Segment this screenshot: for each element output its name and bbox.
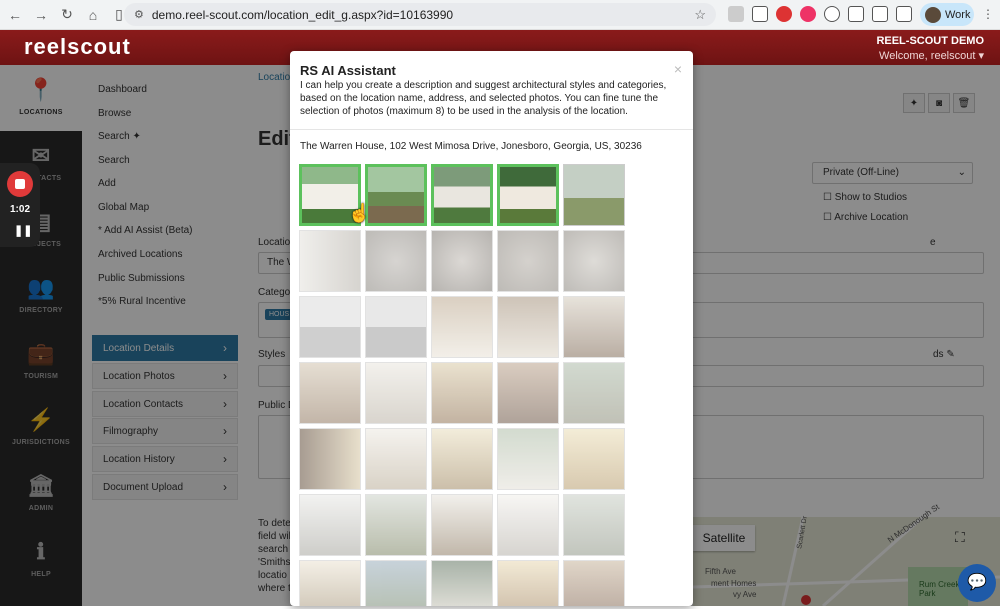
org-name: REEL-SCOUT DEMO	[876, 35, 984, 47]
forward-icon[interactable]: →	[30, 4, 52, 26]
photo-thumb[interactable]	[497, 362, 559, 424]
divider	[290, 129, 693, 130]
photo-thumb[interactable]	[431, 230, 493, 292]
back-icon[interactable]: ←	[4, 4, 26, 26]
photo-thumb[interactable]	[497, 296, 559, 358]
welcome-menu[interactable]: Welcome, reelscout ▾	[876, 49, 984, 62]
profile-label: Work	[945, 8, 971, 21]
photo-thumb[interactable]	[497, 428, 559, 490]
photo-thumb[interactable]	[497, 560, 559, 606]
profile-button[interactable]: Work	[920, 3, 974, 26]
browser-menu-icon[interactable]: ⋮	[982, 7, 994, 21]
recording-time: 1:02	[9, 204, 30, 215]
reload-icon[interactable]: ↻	[56, 4, 78, 26]
download-icon[interactable]	[896, 6, 912, 22]
photo-thumb[interactable]	[563, 362, 625, 424]
photo-thumb[interactable]	[365, 494, 427, 556]
photo-thumb[interactable]	[563, 560, 625, 606]
photo-thumb[interactable]	[365, 428, 427, 490]
photo-thumb[interactable]	[431, 494, 493, 556]
photo-thumb[interactable]	[563, 164, 625, 226]
screen-recorder: 1:02 ❚❚	[0, 163, 40, 247]
cloud-icon[interactable]	[824, 6, 840, 22]
hand-cursor-icon: ☝	[348, 203, 371, 223]
photo-thumb[interactable]	[299, 560, 361, 606]
ai-assistant-modal: RS AI Assistant × I can help you create …	[290, 51, 693, 606]
photo-thumb[interactable]	[299, 230, 361, 292]
extension-icon[interactable]	[728, 6, 744, 22]
photo-thumb[interactable]	[365, 560, 427, 606]
photo-thumb[interactable]	[365, 362, 427, 424]
photo-thumb[interactable]	[431, 428, 493, 490]
photo-thumb[interactable]	[431, 560, 493, 606]
extensions-bar	[728, 6, 912, 22]
pause-icon[interactable]: ❚❚	[14, 224, 32, 237]
photo-thumb[interactable]	[563, 230, 625, 292]
bookmark-star-icon[interactable]: ☆	[694, 7, 706, 23]
extension-colorful-icon[interactable]	[800, 6, 816, 22]
stop-recording-button[interactable]	[7, 171, 33, 197]
extension-red-icon[interactable]	[776, 6, 792, 22]
photo-thumb-selected[interactable]	[431, 164, 493, 226]
address-bar[interactable]: ⚙ demo.reel-scout.com/location_edit_g.as…	[124, 3, 716, 26]
modal-title: RS AI Assistant	[300, 63, 396, 78]
photo-thumb[interactable]	[365, 230, 427, 292]
photo-thumb[interactable]	[563, 428, 625, 490]
photo-thumb[interactable]	[431, 296, 493, 358]
chat-support-button[interactable]: 💬	[958, 564, 996, 602]
photo-thumb-selected[interactable]	[365, 164, 427, 226]
close-icon[interactable]: ×	[674, 61, 682, 77]
chat-icon: 💬	[967, 574, 987, 591]
browser-toolbar: ← → ↻ ⌂ ▯ ⚙ demo.reel-scout.com/location…	[0, 0, 1000, 30]
photo-thumb[interactable]	[299, 494, 361, 556]
photo-thumb[interactable]	[497, 494, 559, 556]
home-icon[interactable]: ⌂	[82, 4, 104, 26]
photo-thumb[interactable]	[563, 494, 625, 556]
modal-description: I can help you create a description and …	[300, 80, 667, 117]
location-address: The Warren House, 102 West Mimosa Drive,…	[300, 141, 642, 152]
photo-thumb[interactable]	[365, 296, 427, 358]
logo[interactable]: reelscout	[24, 34, 131, 60]
photo-thumb-selected[interactable]	[497, 164, 559, 226]
photo-thumb[interactable]	[563, 296, 625, 358]
tab-search-icon[interactable]	[872, 6, 888, 22]
avatar	[925, 6, 941, 23]
screenshot-icon[interactable]	[752, 6, 768, 22]
url-text: demo.reel-scout.com/location_edit_g.aspx…	[151, 7, 454, 22]
photo-thumb[interactable]	[299, 296, 361, 358]
site-info-icon[interactable]: ⚙	[134, 8, 144, 21]
photo-thumb[interactable]	[299, 428, 361, 490]
photo-thumb[interactable]	[299, 362, 361, 424]
photo-thumb[interactable]	[497, 230, 559, 292]
puzzle-icon[interactable]	[848, 6, 864, 22]
stop-icon	[15, 179, 25, 189]
photo-thumb[interactable]	[431, 362, 493, 424]
